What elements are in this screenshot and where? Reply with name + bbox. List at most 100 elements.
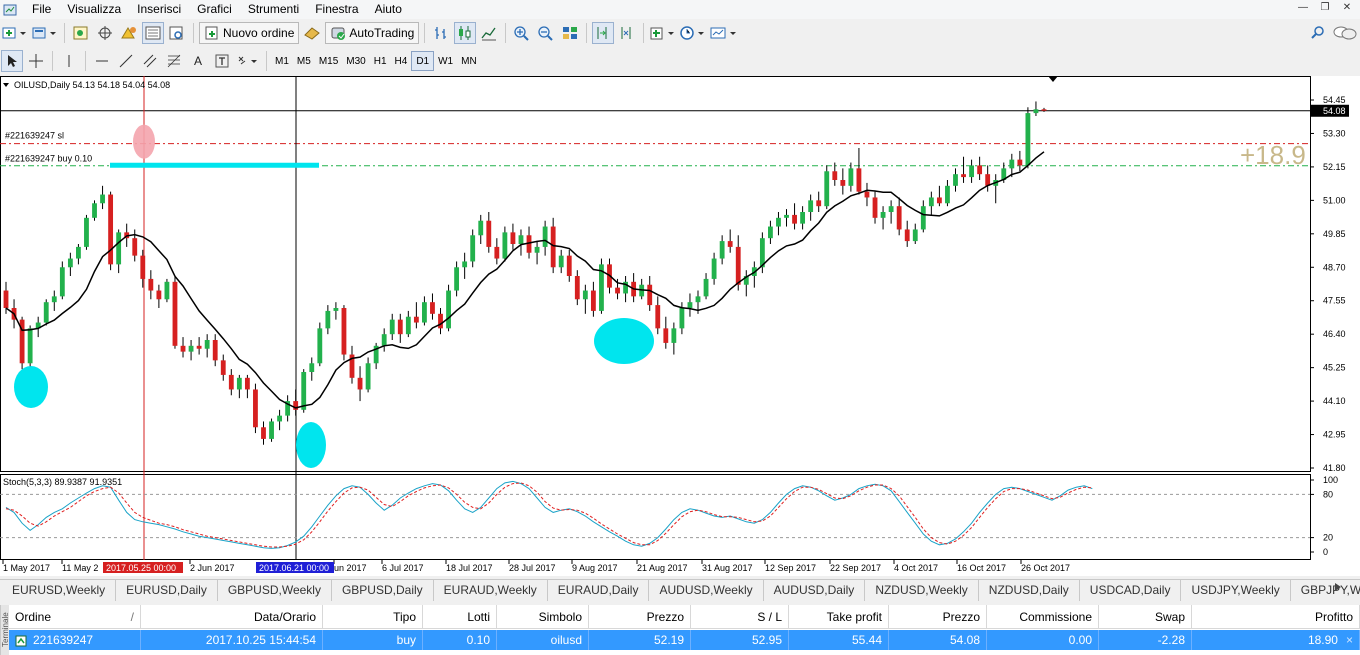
line-chart-button[interactable]: [478, 22, 500, 44]
close-icon[interactable]: ✕: [1340, 1, 1354, 15]
price-axis-label: 41.80: [1323, 463, 1346, 473]
header-prezzo[interactable]: Prezzo: [589, 605, 691, 628]
auto-scroll-button[interactable]: [592, 22, 615, 44]
chart-tab[interactable]: GBPJPY,Weekly: [1291, 580, 1360, 601]
candlestick-button[interactable]: [454, 22, 477, 44]
arrows-tool[interactable]: [235, 50, 261, 72]
header-ordine[interactable]: Ordine /: [9, 605, 141, 628]
fibonacci-tool[interactable]: [163, 50, 185, 72]
header-profitto[interactable]: Profitto: [1192, 605, 1360, 628]
search-button[interactable]: [1307, 22, 1329, 44]
crosshair-tool[interactable]: [25, 50, 47, 72]
menu-visualizza[interactable]: Visualizza: [59, 0, 129, 19]
menu-file[interactable]: File: [24, 0, 59, 19]
candle-body: [792, 214, 797, 224]
bar-chart-icon: [435, 27, 447, 39]
menu-strumenti[interactable]: Strumenti: [240, 0, 307, 19]
text-label-tool[interactable]: [211, 50, 233, 72]
tab-scroll-right-icon[interactable]: [1334, 582, 1342, 595]
terminal-button[interactable]: [142, 22, 164, 44]
timeframe-m15[interactable]: M15: [315, 51, 342, 71]
vertical-line-tool[interactable]: [58, 50, 80, 72]
stoch-axis-label: 0: [1323, 547, 1328, 557]
indicators-button[interactable]: [649, 22, 677, 44]
timeframe-d1[interactable]: D1: [411, 51, 435, 71]
zoom-in-icon: [514, 26, 530, 41]
new-order-button[interactable]: Nuovo ordine: [199, 22, 300, 44]
autotrading-button[interactable]: AutoTrading: [325, 22, 420, 44]
channel-tool[interactable]: [139, 50, 161, 72]
candle-body: [228, 374, 234, 390]
horizontal-line-tool[interactable]: [91, 50, 113, 72]
profiles-button[interactable]: [31, 22, 59, 44]
header-swap[interactable]: Swap: [1099, 605, 1192, 628]
header-simbolo[interactable]: Simbolo: [497, 605, 589, 628]
chart-tab[interactable]: EURUSD,Weekly: [0, 580, 117, 601]
cursor-tool[interactable]: [1, 50, 23, 72]
restore-icon[interactable]: ❐: [1318, 1, 1332, 15]
chart-tab[interactable]: GBPUSD,Daily: [332, 580, 434, 601]
timeframe-h4[interactable]: H4: [391, 51, 412, 71]
chart-tab[interactable]: AUDUSD,Weekly: [649, 580, 764, 601]
candle-body: [188, 345, 194, 352]
candle-body: [518, 235, 524, 244]
header-lotti[interactable]: Lotti: [423, 605, 497, 628]
header-take-profit[interactable]: Take profit: [789, 605, 889, 628]
minimize-icon[interactable]: —: [1296, 1, 1310, 15]
candle-body: [381, 334, 387, 346]
tile-windows-button[interactable]: [559, 22, 581, 44]
periods-button[interactable]: [679, 22, 707, 44]
text-tool[interactable]: A: [187, 50, 209, 72]
chart-tab[interactable]: USDCAD,Daily: [1080, 580, 1182, 601]
zoom-out-button[interactable]: [535, 22, 557, 44]
header-prezzo-current[interactable]: Prezzo: [889, 605, 987, 628]
trendline-tool[interactable]: [115, 50, 137, 72]
chart-tab[interactable]: EURUSD,Daily: [116, 580, 218, 601]
menu-finestra[interactable]: Finestra: [307, 0, 366, 19]
metaeditor-button[interactable]: [301, 22, 323, 44]
zoom-in-button[interactable]: [511, 22, 533, 44]
chart-tab[interactable]: NZDUSD,Daily: [979, 580, 1080, 601]
cursor-arrow-icon: [8, 55, 17, 67]
timeframe-m5[interactable]: M5: [293, 51, 315, 71]
header-sl[interactable]: S / L: [691, 605, 789, 628]
candle-body: [277, 415, 282, 422]
chart-window[interactable]: 54.45 53.30 52.15 51.00 49.85 48.70 47.55 46.40…: [0, 76, 1360, 576]
menu-inserisci[interactable]: Inserisci: [129, 0, 189, 19]
new-chart-button[interactable]: [1, 22, 29, 44]
chart-tab[interactable]: USDJPY,Weekly: [1181, 580, 1291, 601]
menu-aiuto[interactable]: Aiuto: [367, 0, 410, 19]
header-commissione[interactable]: Commissione: [987, 605, 1099, 628]
templates-button[interactable]: [709, 22, 739, 44]
magnifier-report-icon: [169, 26, 183, 40]
close-order-icon[interactable]: ×: [1346, 630, 1353, 650]
candle-body: [430, 302, 435, 314]
chart-tab[interactable]: NZDUSD,Weekly: [865, 580, 979, 601]
header-data-orario[interactable]: Data/Orario: [141, 605, 323, 628]
table-row[interactable]: 221639247 2017.10.25 15:44:54 buy 0.10 o…: [9, 630, 1360, 650]
cell-prezzo: 52.19: [589, 630, 691, 650]
navigator-button[interactable]: [118, 22, 140, 44]
strategy-tester-button[interactable]: [166, 22, 188, 44]
candle-body: [1033, 109, 1039, 114]
timeframe-m30[interactable]: M30: [342, 51, 369, 71]
chart-tab[interactable]: EURAUD,Weekly: [434, 580, 548, 601]
chart-shift-button[interactable]: [616, 22, 638, 44]
chat-button[interactable]: [1331, 22, 1359, 44]
timeframe-h1[interactable]: H1: [370, 51, 391, 71]
new-order-icon: [205, 26, 218, 40]
chart-tab[interactable]: AUDUSD,Daily: [764, 580, 866, 601]
chart-tab[interactable]: GBPUSD,Weekly: [218, 580, 332, 601]
header-tipo[interactable]: Tipo: [323, 605, 423, 628]
timeframe-m1[interactable]: M1: [271, 51, 293, 71]
toolbar-separator: [586, 23, 588, 43]
market-watch-button[interactable]: [70, 22, 92, 44]
chart-tab[interactable]: EURAUD,Daily: [548, 580, 650, 601]
price-chart[interactable]: 54.45 53.30 52.15 51.00 49.85 48.70 47.55 46.40…: [0, 76, 1360, 576]
data-window-button[interactable]: [94, 22, 116, 44]
candle-body: [84, 217, 89, 247]
timeframe-mn[interactable]: MN: [457, 51, 481, 71]
menu-grafici[interactable]: Grafici: [189, 0, 240, 19]
timeframe-w1[interactable]: W1: [434, 51, 457, 71]
bar-chart-button[interactable]: [430, 22, 452, 44]
